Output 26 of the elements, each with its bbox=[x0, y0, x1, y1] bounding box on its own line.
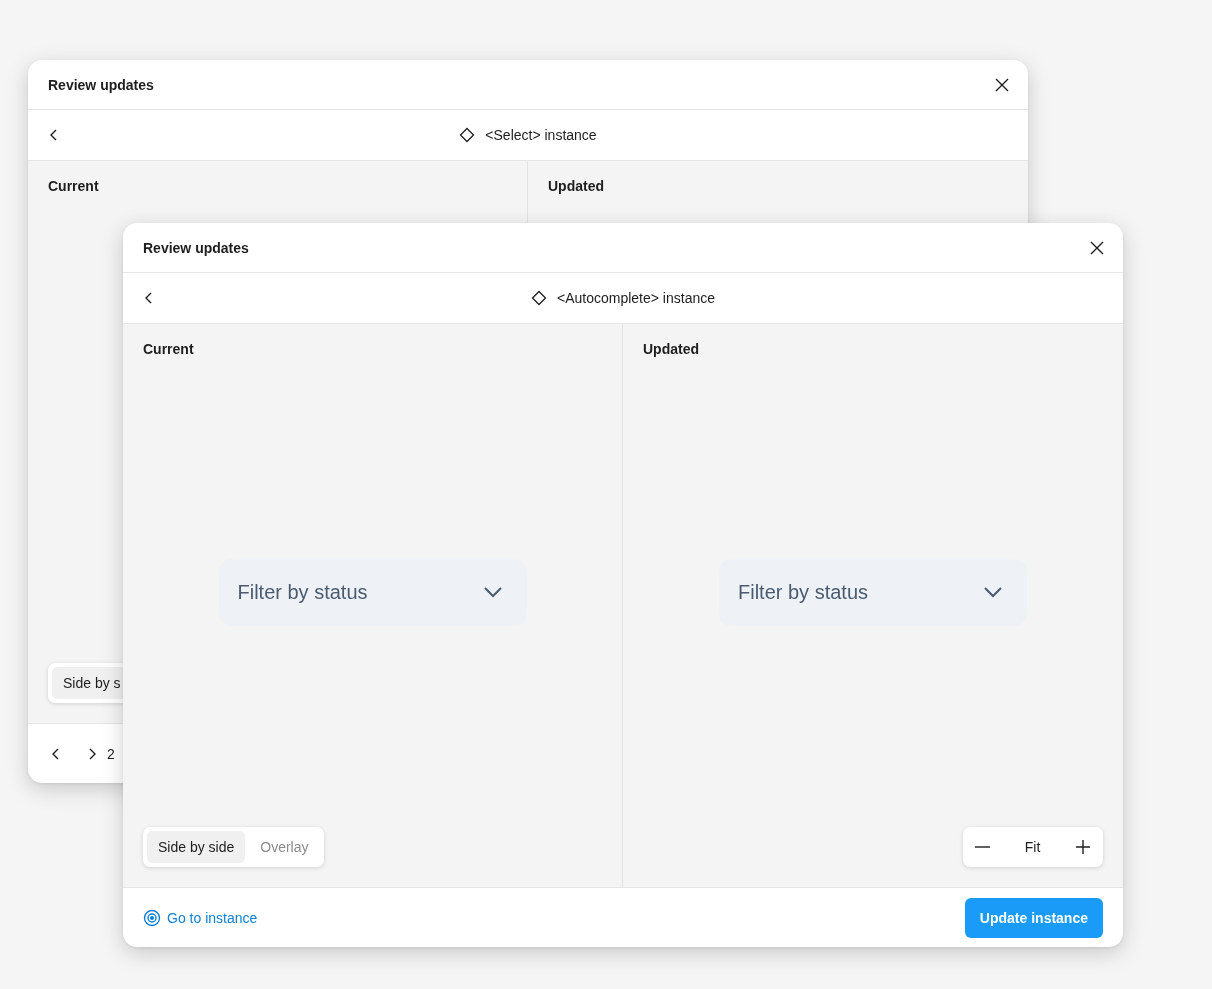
close-icon bbox=[1089, 239, 1105, 256]
select-field[interactable]: Filter by status bbox=[218, 558, 527, 626]
panel-label: Updated bbox=[643, 341, 699, 357]
close-icon bbox=[994, 76, 1010, 93]
zoom-out-button[interactable] bbox=[973, 844, 992, 850]
panel-label: Updated bbox=[548, 178, 604, 194]
zoom-fit-label[interactable]: Fit bbox=[1024, 839, 1041, 855]
component-icon bbox=[459, 127, 476, 143]
component-name: <Autocomplete> instance bbox=[557, 290, 715, 306]
minus-icon bbox=[975, 846, 990, 848]
component-icon bbox=[531, 290, 547, 306]
dialog-title: Review updates bbox=[48, 76, 154, 93]
plus-icon bbox=[1075, 839, 1091, 855]
page-counter: 2 bbox=[107, 745, 115, 762]
go-to-instance-link[interactable]: Go to instance bbox=[143, 908, 258, 927]
view-mode-tab[interactable]: Side by side bbox=[147, 831, 246, 863]
chevron-down-icon bbox=[482, 586, 503, 598]
zoom-in-button[interactable] bbox=[1073, 837, 1093, 857]
select-field[interactable]: Filter by status bbox=[719, 558, 1027, 626]
dialog-title: Review updates bbox=[143, 239, 249, 256]
target-icon bbox=[143, 908, 161, 927]
chevron-down-icon bbox=[983, 586, 1003, 598]
panel-label: Current bbox=[48, 178, 99, 194]
view-mode-tab[interactable]: Overlay bbox=[249, 831, 320, 863]
panel-label: Current bbox=[143, 341, 194, 357]
component-name: <Select> instance bbox=[485, 127, 597, 143]
